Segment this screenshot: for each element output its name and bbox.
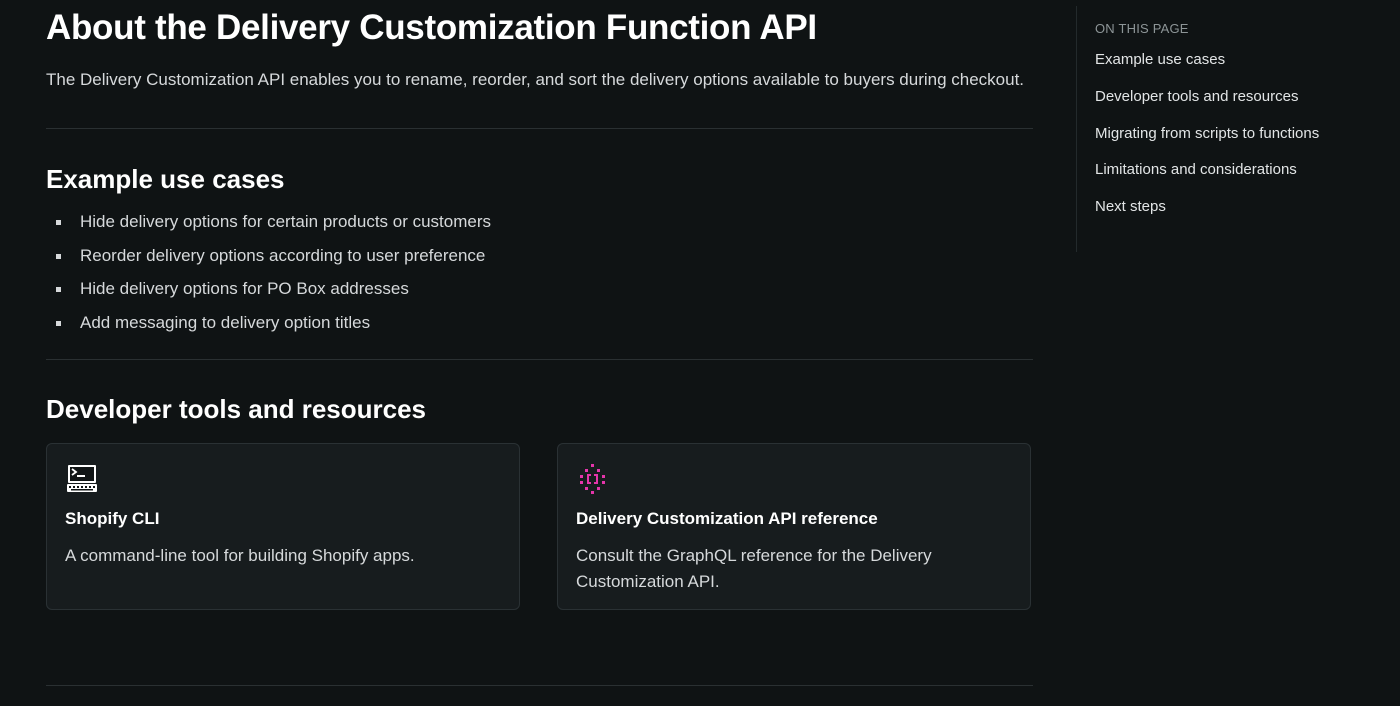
toc-link-developer-tools[interactable]: Developer tools and resources	[1095, 87, 1376, 107]
terminal-icon	[67, 465, 97, 493]
graphql-icon	[580, 464, 605, 495]
toc-list: Example use cases Developer tools and re…	[1095, 50, 1376, 217]
list-item: Hide delivery options for certain produc…	[46, 211, 1033, 233]
on-this-page-nav: ON THIS PAGE Example use cases Developer…	[1076, 6, 1376, 252]
list-item: Hide delivery options for PO Box address…	[46, 278, 1033, 300]
list-item-text: Hide delivery options for certain produc…	[80, 212, 492, 231]
card-description: A command-line tool for building Shopify…	[65, 546, 415, 566]
bullet-icon	[56, 287, 61, 293]
section-divider	[46, 128, 1033, 129]
list-item-text: Add messaging to delivery option titles	[80, 313, 371, 333]
section-heading-developer-tools: Developer tools and resources	[46, 394, 427, 425]
section-divider	[46, 359, 1033, 361]
list-item-text: Hide delivery options for PO Box address…	[80, 279, 409, 299]
bullet-icon	[56, 220, 61, 225]
resource-cards: Shopify CLI A command-line tool for buil…	[46, 443, 1033, 612]
main-content: About the Delivery Customization Functio…	[46, 0, 1033, 612]
list-item-text: Reorder delivery options according to us…	[80, 245, 486, 265]
toc-link-migrating-from-scripts[interactable]: Migrating from scripts to functions	[1095, 124, 1376, 144]
toc-link-limitations[interactable]: Limitations and considerations	[1095, 160, 1376, 180]
api-reference-card[interactable]: Delivery Customization API reference Con…	[557, 443, 1031, 611]
card-description: Consult the GraphQL reference for the De…	[576, 546, 932, 592]
bullet-icon	[56, 321, 61, 327]
section-divider	[46, 685, 1033, 686]
page-intro: The Delivery Customization API enables y…	[46, 70, 1025, 89]
toc-link-next-steps[interactable]: Next steps	[1095, 197, 1376, 217]
list-item: Add messaging to delivery option titles	[46, 312, 1033, 334]
use-case-list: Hide delivery options for certain produc…	[46, 211, 1033, 334]
shopify-cli-card[interactable]: Shopify CLI A command-line tool for buil…	[46, 443, 520, 611]
section-heading-example-use-cases: Example use cases	[46, 164, 285, 194]
toc-title: ON THIS PAGE	[1095, 21, 1189, 36]
card-title: Delivery Customization API reference	[576, 509, 878, 529]
docs-page: About the Delivery Customization Functio…	[0, 0, 1400, 706]
page-title: About the Delivery Customization Functio…	[46, 8, 817, 47]
list-item: Reorder delivery options according to us…	[46, 245, 1033, 267]
card-title: Shopify CLI	[65, 509, 160, 529]
toc-link-example-use-cases[interactable]: Example use cases	[1095, 50, 1376, 70]
bullet-icon	[56, 253, 61, 259]
